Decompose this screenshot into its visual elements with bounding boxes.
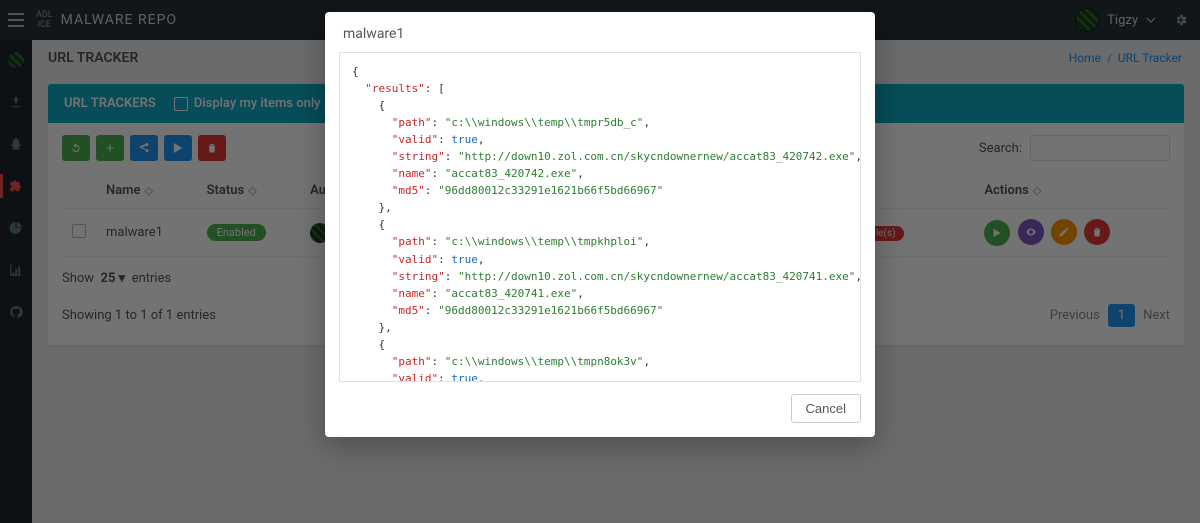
modal: malware1 { "results": [ { "path": "c:\\w…	[325, 12, 875, 437]
modal-json: { "results": [ { "path": "c:\\windows\\t…	[339, 52, 861, 382]
modal-title: malware1	[325, 12, 875, 52]
cancel-button[interactable]: Cancel	[791, 394, 861, 423]
modal-overlay[interactable]: malware1 { "results": [ { "path": "c:\\w…	[0, 0, 1200, 523]
